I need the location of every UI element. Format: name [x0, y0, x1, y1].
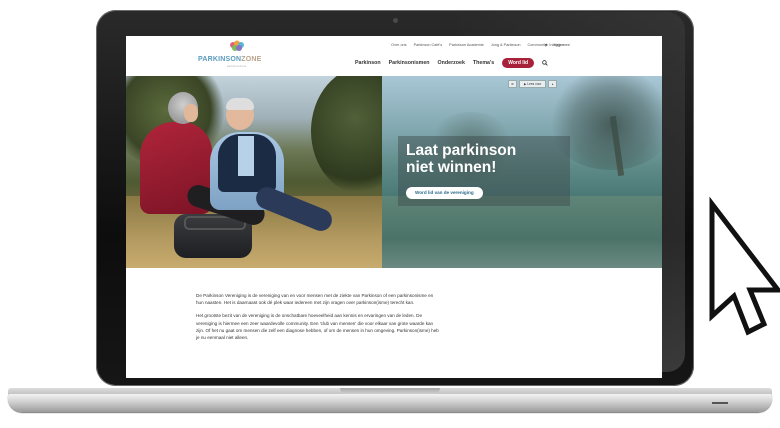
- logo-subtitle: parkinsonzone: [227, 65, 247, 68]
- photo-woman-face: [184, 104, 198, 122]
- top-nav-item-academie[interactable]: Parkinson Academie: [449, 43, 484, 47]
- laptop-led: [712, 402, 728, 404]
- intro-text: De Parkinson Vereniging is de vereniging…: [196, 292, 442, 347]
- landscape-field: [382, 196, 662, 268]
- login-link[interactable]: ☻ Inloggen: [544, 43, 564, 47]
- main-nav-parkinsonismen[interactable]: Parkinsonismen: [389, 60, 430, 66]
- logo-text[interactable]: PARKINSONZONE: [198, 56, 262, 63]
- site-header: PARKINSONZONE parkinsonzone Over ons Par…: [126, 36, 662, 76]
- browser-screen: PARKINSONZONE parkinsonzone Over ons Par…: [126, 36, 662, 378]
- play-icon[interactable]: ▸: [548, 80, 558, 88]
- login-label: Inloggen: [549, 43, 564, 47]
- hero-title-line1: Laat parkinson: [406, 142, 517, 159]
- photo-man-shirt: [238, 136, 254, 176]
- hero-photo-couple: [126, 76, 421, 268]
- logo-name-a: PARKINSON: [198, 56, 242, 63]
- top-nav: Over ons Parkinson Café's Parkinson Acad…: [391, 43, 570, 47]
- top-nav-item-jong[interactable]: Jong & Parkinson: [491, 43, 521, 47]
- logo-name-b: ZONE: [241, 56, 262, 63]
- photo-man-hair: [226, 98, 254, 110]
- intro-paragraph-1: De Parkinson Vereniging is de vereniging…: [196, 293, 434, 306]
- hero-title: Laat parkinson niet winnen!: [406, 142, 566, 176]
- mouse-cursor-icon: [709, 196, 780, 336]
- laptop-notch: [340, 388, 440, 394]
- read-aloud-label: Lees voor: [527, 82, 542, 86]
- read-aloud-button[interactable]: ▶ Lees voor: [519, 80, 547, 88]
- top-nav-item-cafes[interactable]: Parkinson Café's: [414, 43, 443, 47]
- word-lid-button[interactable]: Word lid: [502, 58, 535, 68]
- join-association-button[interactable]: Word lid van de vereniging: [406, 187, 483, 199]
- main-nav-onderzoek[interactable]: Onderzoek: [438, 60, 465, 66]
- main-nav: Parkinson Parkinsonismen Onderzoek Thema…: [355, 58, 548, 68]
- hero-title-line2: niet winnen!: [406, 159, 497, 176]
- search-icon[interactable]: [542, 60, 548, 66]
- intro-paragraph-2: Het grootste bezit van de vereniging is …: [196, 313, 439, 341]
- brain-logo-icon[interactable]: [229, 40, 245, 52]
- read-aloud-controls: ⚙ ▶ Lees voor ▸: [508, 80, 558, 88]
- top-nav-item-over-ons[interactable]: Over ons: [391, 43, 406, 47]
- webcam: [393, 18, 398, 23]
- main-nav-themas[interactable]: Thema's: [473, 60, 494, 66]
- main-nav-parkinson[interactable]: Parkinson: [355, 60, 381, 66]
- laptop-base: [8, 394, 772, 412]
- user-icon: ☻: [544, 43, 549, 47]
- hero-banner: ⚙ ▶ Lees voor ▸ Laat parkinson niet winn…: [126, 76, 662, 268]
- settings-icon[interactable]: ⚙: [508, 80, 517, 88]
